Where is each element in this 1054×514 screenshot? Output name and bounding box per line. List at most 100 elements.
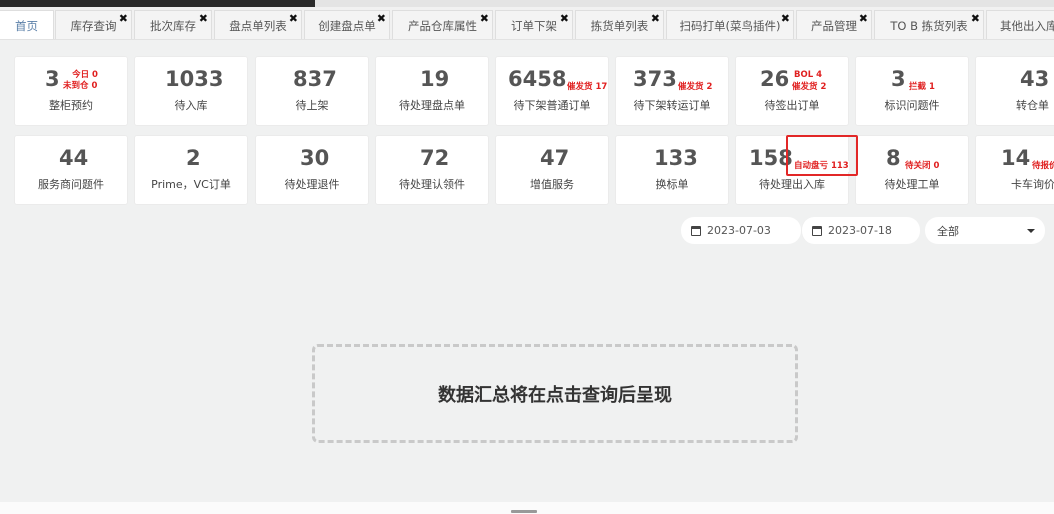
tab-label: 订单下架: [511, 18, 557, 33]
close-icon[interactable]: ✖: [289, 13, 298, 24]
card-value: 72: [420, 146, 450, 170]
card-label: 待上架: [295, 99, 329, 112]
card-carrier-issues[interactable]: 44 服务商问题件: [14, 135, 128, 205]
tab-label: 库存查询: [70, 18, 117, 33]
card-label: 待处理退件: [284, 178, 340, 191]
close-icon[interactable]: ✖: [560, 13, 569, 24]
card-container-booking[interactable]: 3 今日 0 未到仓 0 整柜预约: [14, 56, 128, 126]
card-pending-transfer-orders[interactable]: 373 催发货 2 待下架转运订单: [615, 56, 729, 126]
card-value: 30: [300, 146, 330, 170]
card-value: 44: [59, 146, 89, 170]
card-pending-work-orders[interactable]: 8 待关闭 0 待处理工单: [855, 135, 969, 205]
card-label: 待下架转运订单: [633, 99, 711, 112]
tab-create-stocktake[interactable]: 创建盘点单 ✖: [304, 10, 390, 39]
card-pending-returns[interactable]: 30 待处理退件: [255, 135, 369, 205]
card-value: 133: [654, 146, 698, 170]
resize-handle[interactable]: [511, 510, 537, 513]
tab-product-management[interactable]: 产品管理 ✖: [796, 10, 872, 39]
card-sub-auto-loss: 自动盘亏 113: [793, 161, 849, 172]
card-label: 待处理工单: [884, 178, 940, 191]
card-pending-putaway[interactable]: 837 待上架: [255, 56, 369, 126]
tab-bar: 首页 库存查询 ✖ 批次库存 ✖ 盘点单列表 ✖ 创建盘点单 ✖ 产品仓库属性 ✖ 订单下…: [0, 7, 1054, 40]
top-bar-strip: [315, 0, 1054, 7]
chevron-down-icon: [1027, 229, 1035, 233]
card-value: 2: [186, 146, 201, 170]
calendar-icon: [812, 225, 822, 236]
tab-label: 产品仓库属性: [408, 18, 477, 33]
tab-home[interactable]: 首页: [0, 10, 54, 39]
tab-tob-pick-list[interactable]: TO B 拣货列表 ✖: [874, 10, 984, 39]
end-date-value: 2023-07-18: [828, 224, 892, 237]
card-label: 标识问题件: [884, 99, 940, 112]
card-prime-vc-orders[interactable]: 2 Prime，VC订单: [134, 135, 248, 205]
card-pending-stocktake[interactable]: 19 待处理盘点单: [375, 56, 489, 126]
start-date-value: 2023-07-03: [707, 224, 771, 237]
card-sub-urge: 催发货 2: [678, 82, 713, 92]
close-icon[interactable]: ✖: [377, 13, 386, 24]
close-icon[interactable]: ✖: [859, 13, 868, 24]
card-label: 待处理盘点单: [399, 99, 465, 112]
calendar-icon: [691, 225, 701, 236]
close-icon[interactable]: ✖: [480, 13, 489, 24]
tab-label: 创建盘点单: [318, 18, 376, 33]
card-pending-inbound[interactable]: 1033 待入库: [134, 56, 248, 126]
start-date-picker[interactable]: 2023-07-03: [681, 217, 801, 244]
end-date-picker[interactable]: 2023-07-18: [801, 217, 920, 244]
card-label: 整柜预约: [49, 99, 93, 112]
card-value: 3: [891, 67, 906, 91]
tab-other-in-out[interactable]: 其他出入库: [986, 10, 1054, 39]
tab-label: 扫码打单(菜鸟插件): [679, 18, 781, 33]
tab-batch-inventory[interactable]: 批次库存 ✖: [134, 10, 212, 39]
card-sub-to-quote: 待报价: [1032, 161, 1054, 171]
card-label: 卡车询价: [1011, 178, 1054, 191]
card-value: 6458: [508, 67, 567, 91]
tab-label: 产品管理: [811, 18, 857, 33]
card-value: 837: [293, 67, 337, 91]
close-icon[interactable]: ✖: [971, 13, 980, 24]
card-label: 换标单: [655, 178, 689, 191]
tab-pick-list[interactable]: 拣货单列表 ✖: [575, 10, 664, 39]
card-pending-claims[interactable]: 72 待处理认领件: [375, 135, 489, 205]
tab-inventory-query[interactable]: 库存查询 ✖: [55, 10, 132, 39]
card-sub-today: 今日 0: [72, 70, 98, 80]
card-sub-urge: 催发货 2: [792, 82, 827, 92]
tab-product-warehouse-attributes[interactable]: 产品仓库属性 ✖: [392, 10, 493, 39]
card-label: 待处理认领件: [399, 178, 465, 191]
card-label: 待签出订单: [764, 99, 820, 112]
card-label: 待入库: [174, 99, 208, 112]
card-value: 19: [420, 67, 450, 91]
scope-select[interactable]: 全部: [925, 217, 1045, 244]
card-warehouse-transfer[interactable]: 43 转仓单: [975, 56, 1054, 126]
card-value: 14: [1001, 146, 1031, 170]
card-label-issues[interactable]: 3 拦截 1 标识问题件: [855, 56, 969, 126]
card-sub-to-close: 待关闭 0: [905, 161, 940, 171]
tab-label: 首页: [15, 18, 38, 33]
card-value: 8: [886, 146, 901, 170]
tab-scan-print[interactable]: 扫码打单(菜鸟插件) ✖: [666, 10, 794, 39]
card-pending-normal-orders[interactable]: 6458 催发货 17 待下架普通订单: [495, 56, 609, 126]
card-pending-signout-orders[interactable]: 26 BOL 4 催发货 2 待签出订单: [735, 56, 849, 126]
summary-placeholder: 数据汇总将在点击查询后呈现: [312, 344, 798, 443]
card-label: 服务商问题件: [38, 178, 104, 191]
card-relabel-orders[interactable]: 133 换标单: [615, 135, 729, 205]
card-label: 待处理出入库: [759, 178, 825, 191]
card-value: 43: [1020, 67, 1050, 91]
card-label: 增值服务: [530, 178, 574, 191]
close-icon[interactable]: ✖: [199, 13, 208, 24]
tab-label: TO B 拣货列表: [890, 18, 968, 33]
close-icon[interactable]: ✖: [119, 13, 128, 24]
close-icon[interactable]: ✖: [781, 13, 790, 24]
card-sub-bol: BOL 4: [794, 70, 822, 80]
tab-order-picking[interactable]: 订单下架 ✖: [495, 10, 573, 39]
tab-stocktake-list[interactable]: 盘点单列表 ✖: [214, 10, 302, 39]
card-value: 373: [633, 67, 677, 91]
card-truck-quote[interactable]: 14 待报价 卡车询价: [975, 135, 1054, 205]
card-sub-intercept: 拦截 1: [909, 82, 935, 92]
card-label: Prime，VC订单: [151, 178, 231, 191]
card-sub-urge: 催发货 17: [567, 82, 608, 92]
card-value-added-services[interactable]: 47 增值服务: [495, 135, 609, 205]
close-icon[interactable]: ✖: [651, 13, 660, 24]
card-sub-not-arrived: 未到仓 0: [63, 81, 98, 91]
card-pending-in-out[interactable]: 158 自动盘亏 113 待处理出入库: [735, 135, 849, 205]
scope-select-value: 全部: [937, 224, 959, 238]
